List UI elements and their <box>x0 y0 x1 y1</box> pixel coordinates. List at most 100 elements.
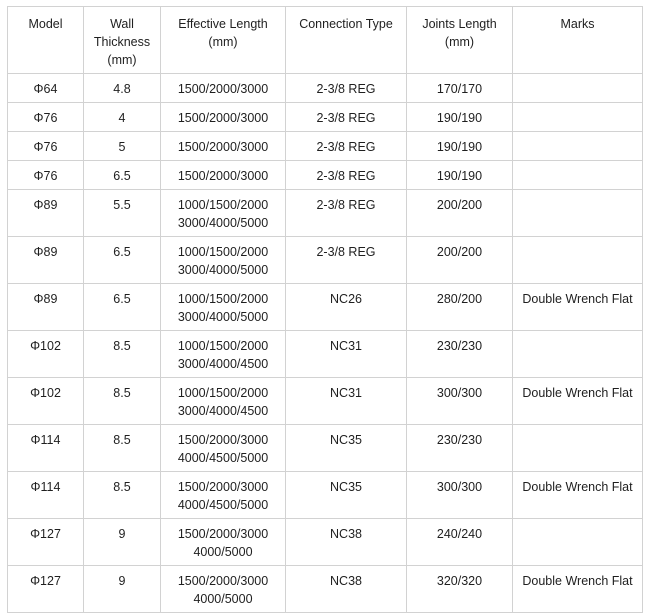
table-row: Φ89 5.5 1000/1500/2000 3000/4000/5000 2-3/8 … <box>7 189 643 237</box>
table-header: Model Wall Thickness (mm) Effective Length (m… <box>7 6 643 74</box>
cell-connection-type: 2-3/8 REG <box>285 73 407 103</box>
header-text-line: (mm) <box>208 35 238 49</box>
cell-effective-length: 1500/2000/3000 4000/5000 <box>160 565 286 613</box>
cell-connection-type: 2-3/8 REG <box>285 102 407 132</box>
header-wall-thickness: Wall Thickness (mm) <box>83 6 161 74</box>
cell-marks <box>512 160 643 190</box>
cell-joints-length: 190/190 <box>406 131 513 161</box>
table-row: Φ114 8.5 1500/2000/3000 4000/4500/5000 NC35 2… <box>7 424 643 472</box>
cell-wall-thickness: 9 <box>83 565 161 613</box>
table-row: Φ89 6.5 1000/1500/2000 3000/4000/5000 2-3/8 … <box>7 236 643 284</box>
cell-marks: Double Wrench Flat <box>512 565 643 613</box>
cell-effective-length: 1500/2000/3000 <box>160 73 286 103</box>
cell-wall-thickness: 8.5 <box>83 424 161 472</box>
cell-joints-length: 320/320 <box>406 565 513 613</box>
cell-marks <box>512 330 643 378</box>
spec-table-container: Model Wall Thickness (mm) Effective Length (m… <box>7 6 643 613</box>
cell-marks: Double Wrench Flat <box>512 377 643 425</box>
cell-connection-type: NC31 <box>285 377 407 425</box>
header-text-line: Connection Type <box>299 17 393 31</box>
cell-model: Φ102 <box>7 330 84 378</box>
cell-wall-thickness: 8.5 <box>83 377 161 425</box>
cell-effective-length: 1500/2000/3000 4000/4500/5000 <box>160 424 286 472</box>
effective-length-line: 1500/2000/3000 <box>177 480 269 494</box>
effective-length-line: 3000/4000/4500 <box>177 404 269 418</box>
cell-wall-thickness: 4 <box>83 102 161 132</box>
header-model: Model <box>7 6 84 74</box>
effective-length-line: 3000/4000/5000 <box>177 263 269 277</box>
cell-connection-type: NC38 <box>285 518 407 566</box>
cell-model: Φ89 <box>7 236 84 284</box>
cell-wall-thickness: 5.5 <box>83 189 161 237</box>
cell-joints-length: 280/200 <box>406 283 513 331</box>
cell-marks <box>512 102 643 132</box>
cell-model: Φ114 <box>7 471 84 519</box>
cell-joints-length: 230/230 <box>406 424 513 472</box>
effective-length-line: 1500/2000/3000 <box>177 527 269 541</box>
cell-wall-thickness: 4.8 <box>83 73 161 103</box>
header-effective-length: Effective Length (mm) <box>160 6 286 74</box>
cell-connection-type: 2-3/8 REG <box>285 160 407 190</box>
cell-joints-length: 170/170 <box>406 73 513 103</box>
effective-length-line: 1000/1500/2000 <box>177 339 269 353</box>
cell-joints-length: 300/300 <box>406 471 513 519</box>
cell-wall-thickness: 6.5 <box>83 236 161 284</box>
cell-effective-length: 1500/2000/3000 4000/5000 <box>160 518 286 566</box>
cell-model: Φ114 <box>7 424 84 472</box>
header-text-line: (mm) <box>107 53 137 67</box>
table-row: Φ76 4 1500/2000/3000 2-3/8 REG 190/190 <box>7 102 643 132</box>
effective-length-line: 1500/2000/3000 <box>177 111 269 125</box>
header-text-line: Thickness <box>93 35 151 49</box>
cell-effective-length: 1500/2000/3000 <box>160 131 286 161</box>
drill-pipe-spec-table: Model Wall Thickness (mm) Effective Length (m… <box>7 6 643 613</box>
effective-length-line: 1000/1500/2000 <box>177 198 269 212</box>
cell-connection-type: NC35 <box>285 471 407 519</box>
cell-marks <box>512 518 643 566</box>
cell-wall-thickness: 6.5 <box>83 283 161 331</box>
cell-model: Φ76 <box>7 131 84 161</box>
cell-marks <box>512 131 643 161</box>
effective-length-line: 1500/2000/3000 <box>177 574 269 588</box>
cell-effective-length: 1500/2000/3000 4000/4500/5000 <box>160 471 286 519</box>
header-text-line: (mm) <box>444 35 475 49</box>
cell-model: Φ102 <box>7 377 84 425</box>
header-joints-length: Joints Length (mm) <box>406 6 513 74</box>
table-row: Φ76 6.5 1500/2000/3000 2-3/8 REG 190/190 <box>7 160 643 190</box>
cell-model: Φ89 <box>7 189 84 237</box>
cell-effective-length: 1000/1500/2000 3000/4000/5000 <box>160 189 286 237</box>
effective-length-line: 4000/4500/5000 <box>177 451 269 465</box>
table-row: Φ114 8.5 1500/2000/3000 4000/4500/5000 NC35 3… <box>7 471 643 519</box>
cell-effective-length: 1000/1500/2000 3000/4000/4500 <box>160 330 286 378</box>
cell-connection-type: NC31 <box>285 330 407 378</box>
cell-connection-type: 2-3/8 REG <box>285 189 407 237</box>
cell-model: Φ89 <box>7 283 84 331</box>
cell-joints-length: 200/200 <box>406 236 513 284</box>
cell-joints-length: 300/300 <box>406 377 513 425</box>
effective-length-line: 1000/1500/2000 <box>177 386 269 400</box>
cell-connection-type: 2-3/8 REG <box>285 131 407 161</box>
header-row: Model Wall Thickness (mm) Effective Length (m… <box>7 6 643 74</box>
header-text-line: Effective Length <box>178 17 268 31</box>
effective-length-line: 3000/4000/5000 <box>177 216 269 230</box>
effective-length-line: 4000/5000 <box>193 545 253 559</box>
effective-length-line: 4000/4500/5000 <box>177 498 269 512</box>
cell-marks <box>512 424 643 472</box>
effective-length-line: 1500/2000/3000 <box>177 169 269 183</box>
cell-model: Φ76 <box>7 102 84 132</box>
cell-marks <box>512 189 643 237</box>
table-row: Φ64 4.8 1500/2000/3000 2-3/8 REG 170/170 <box>7 73 643 103</box>
cell-effective-length: 1000/1500/2000 3000/4000/5000 <box>160 236 286 284</box>
effective-length-line: 1000/1500/2000 <box>177 245 269 259</box>
cell-model: Φ64 <box>7 73 84 103</box>
table-row: Φ102 8.5 1000/1500/2000 3000/4000/4500 NC31 3… <box>7 377 643 425</box>
header-text-line: Wall <box>110 17 134 31</box>
table-row: Φ76 5 1500/2000/3000 2-3/8 REG 190/190 <box>7 131 643 161</box>
table-row: Φ127 9 1500/2000/3000 4000/5000 NC38 320/320 D… <box>7 565 643 613</box>
cell-joints-length: 240/240 <box>406 518 513 566</box>
effective-length-line: 1000/1500/2000 <box>177 292 269 306</box>
cell-joints-length: 230/230 <box>406 330 513 378</box>
cell-connection-type: NC35 <box>285 424 407 472</box>
cell-effective-length: 1500/2000/3000 <box>160 102 286 132</box>
table-row: Φ102 8.5 1000/1500/2000 3000/4000/4500 NC31 2… <box>7 330 643 378</box>
cell-marks: Double Wrench Flat <box>512 471 643 519</box>
